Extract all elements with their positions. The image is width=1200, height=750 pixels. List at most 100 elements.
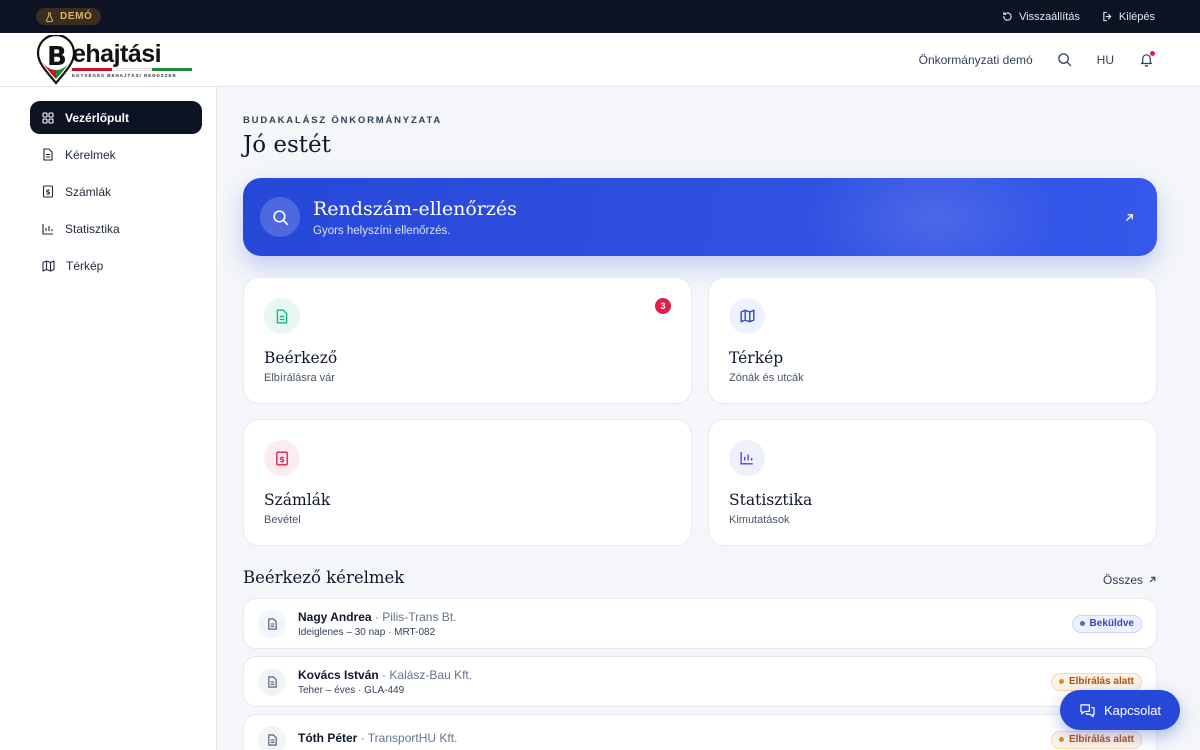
svg-text:B: B	[47, 42, 67, 72]
list-item[interactable]: Kovács István · Kalász-Bau Kft. Teher – …	[243, 656, 1157, 707]
requester-company: Kalász-Bau Kft.	[389, 667, 473, 682]
demo-badge-label: DEMÓ	[60, 11, 93, 22]
request-details: Ideiglenes – 30 nap · MRT-082	[298, 626, 436, 638]
sidebar-item-label: Térkép	[66, 258, 104, 273]
document-icon	[267, 733, 277, 746]
sidebar: Vezérlőpult Kérelmek $ Számlák Statiszti…	[0, 87, 217, 750]
card-icon-wrap	[729, 440, 765, 476]
requests-list: Nagy Andrea · Pilis-Trans Bt. Ideiglenes…	[243, 598, 1157, 750]
card-invoices[interactable]: $ Számlák Bevétel	[243, 419, 692, 546]
logo-subtitle: EGYSÉGES BEHAJTÁSI RENDSZER	[72, 73, 177, 78]
card-title: Beérkező	[264, 349, 338, 367]
hero-subtitle: Gyors helyszíni ellenőrzés.	[313, 224, 451, 237]
arrow-up-right-icon	[1149, 576, 1156, 583]
sidebar-item-label: Számlák	[65, 184, 112, 199]
card-subtitle: Kimutatások	[729, 514, 790, 526]
card-title: Számlák	[264, 491, 331, 509]
chat-icon	[1080, 703, 1095, 717]
arrow-up-right-icon	[1126, 213, 1133, 221]
list-item[interactable]: Nagy Andrea · Pilis-Trans Bt. Ideiglenes…	[243, 598, 1157, 649]
status-badge: Beküldve	[1071, 614, 1142, 633]
incoming-count-badge: 3	[655, 298, 671, 314]
status-label: Elbírálás alatt	[1068, 676, 1134, 687]
logout-label: Kilépés	[1118, 10, 1155, 23]
view-all-link[interactable]: Összes	[1103, 573, 1157, 587]
view-all-label: Összes	[1102, 572, 1143, 587]
reset-button[interactable]: Visszaállítás	[1002, 11, 1080, 23]
sidebar-item-label: Kérelmek	[65, 147, 116, 162]
status-label: Elbírálás alatt	[1068, 734, 1134, 745]
requester-name: Nagy Andrea	[298, 609, 372, 624]
list-item[interactable]: Tóth Péter · TransportHU Kft. Elbírálás …	[243, 714, 1157, 750]
logout-button[interactable]: Kilépés	[1102, 11, 1155, 23]
demo-bar: DEMÓ Visszaállítás Kilépés	[0, 0, 1200, 33]
bar-chart-icon	[740, 452, 753, 465]
invoice-icon: $	[42, 185, 54, 198]
card-icon-wrap	[264, 298, 300, 334]
card-map[interactable]: Térkép Zónák és utcák	[708, 277, 1157, 404]
refresh-icon	[1003, 11, 1012, 21]
account-label[interactable]: Önkormányzati demó	[919, 53, 1033, 67]
requester-company: TransportHU Kft.	[367, 731, 458, 745]
language-selector[interactable]: HU	[1097, 53, 1114, 67]
requester-company: Pilis-Trans Bt.	[382, 609, 457, 624]
document-icon	[276, 308, 288, 324]
row-icon-wrap	[258, 725, 286, 750]
flask-icon	[45, 11, 54, 22]
card-incoming[interactable]: Beérkező Elbírálásra vár 3	[243, 277, 692, 404]
invoice-icon: $	[276, 450, 288, 466]
section-title: Beérkező kérelmek	[243, 568, 405, 587]
demo-badge: DEMÓ	[36, 8, 102, 25]
contact-button[interactable]: Kapcsolat	[1060, 690, 1180, 730]
sidebar-item-label: Vezérlőpult	[65, 110, 130, 125]
org-name: BUDAKALÁSZ ÖNKORMÁNYZATA	[243, 115, 443, 126]
svg-text:$: $	[46, 189, 51, 197]
main-content: BUDAKALÁSZ ÖNKORMÁNYZATA Jó estét Rendsz…	[243, 87, 1157, 750]
header: B ehajtási EGYSÉGES BEHAJTÁSI RENDSZER Ö…	[0, 33, 1200, 87]
sidebar-item-label: Statisztika	[65, 221, 120, 236]
svg-text:$: $	[279, 454, 285, 463]
search-icon	[272, 209, 288, 225]
sidebar-item-requests[interactable]: Kérelmek	[30, 138, 202, 171]
notification-dot	[1150, 50, 1155, 56]
row-icon-wrap	[258, 667, 286, 696]
map-icon	[42, 259, 55, 272]
plate-check-banner[interactable]: Rendszám-ellenőrzés Gyors helyszíni elle…	[243, 178, 1157, 256]
page-title: Jó estét	[243, 132, 331, 158]
hero-search-icon-wrap	[260, 197, 300, 237]
sidebar-item-invoices[interactable]: $ Számlák	[30, 175, 202, 208]
card-subtitle: Bevétel	[264, 514, 301, 526]
sidebar-item-statistics[interactable]: Statisztika	[30, 212, 202, 245]
card-title: Térkép	[729, 349, 784, 367]
notifications-button[interactable]	[1136, 50, 1156, 70]
document-icon	[267, 675, 277, 688]
card-icon-wrap: $	[264, 440, 300, 476]
search-icon	[1058, 53, 1072, 67]
document-icon	[43, 148, 53, 161]
logo[interactable]: B ehajtási EGYSÉGES BEHAJTÁSI RENDSZER	[36, 33, 192, 87]
card-subtitle: Zónák és utcák	[729, 372, 804, 384]
requester-name: Tóth Péter	[298, 731, 358, 745]
sidebar-item-map[interactable]: Térkép	[30, 249, 202, 282]
sidebar-item-dashboard[interactable]: Vezérlőpult	[30, 101, 202, 134]
map-icon	[739, 309, 755, 323]
reset-label: Visszaállítás	[1018, 10, 1080, 23]
card-title: Statisztika	[729, 491, 813, 509]
search-button[interactable]	[1055, 50, 1075, 70]
row-icon-wrap	[258, 609, 286, 638]
status-badge: Elbírálás alatt	[1050, 672, 1142, 691]
contact-label: Kapcsolat	[1103, 702, 1162, 718]
request-details: Teher – éves · GLA-449	[298, 684, 405, 696]
card-icon-wrap	[729, 298, 765, 334]
card-statistics[interactable]: Statisztika Kimutatások	[708, 419, 1157, 546]
grid-icon	[42, 111, 54, 124]
status-label: Beküldve	[1089, 618, 1134, 629]
hero-title: Rendszám-ellenőrzés	[313, 197, 517, 220]
logo-text: ehajtási	[72, 40, 162, 68]
status-badge: Elbírálás alatt	[1050, 730, 1142, 749]
logo-pin-icon: B	[36, 34, 76, 85]
document-icon	[267, 617, 277, 630]
requester-name: Kovács István	[298, 667, 379, 682]
logout-icon	[1103, 11, 1112, 22]
card-subtitle: Elbírálásra vár	[264, 372, 335, 384]
